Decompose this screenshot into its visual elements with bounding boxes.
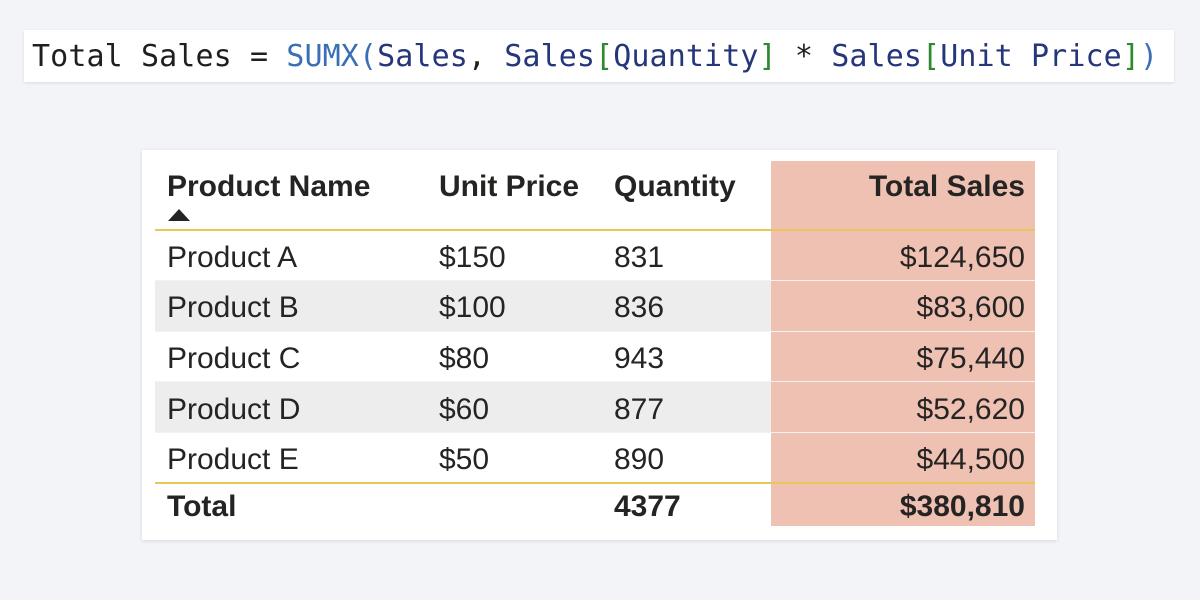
header-rule bbox=[155, 229, 1035, 231]
row-3-unit-price: $80 bbox=[439, 342, 490, 375]
total-rule bbox=[155, 482, 1035, 484]
row-separator bbox=[155, 280, 1035, 281]
row-1-quantity: 831 bbox=[614, 241, 665, 274]
table-reference-2: Sales bbox=[504, 38, 596, 74]
close-paren: ) bbox=[1139, 38, 1159, 74]
row-4-total-sales: $52,620 bbox=[916, 393, 1025, 426]
equals-sign: = bbox=[231, 38, 287, 74]
table-visual[interactable]: Product Name Unit Price Quantity Total S… bbox=[142, 150, 1057, 540]
row-separator bbox=[155, 381, 1035, 382]
row-4-product-name: Product D bbox=[167, 393, 301, 426]
row-1-product-name: Product A bbox=[167, 241, 298, 274]
header-product-name[interactable]: Product Name bbox=[167, 172, 370, 202]
dax-function: SUMX bbox=[286, 38, 359, 74]
row-5-unit-price: $50 bbox=[439, 443, 490, 476]
row-3-quantity: 943 bbox=[614, 342, 665, 375]
multiply-operator: * bbox=[776, 38, 832, 74]
open-bracket-2: [ bbox=[922, 38, 941, 74]
row-4-quantity: 877 bbox=[614, 393, 665, 426]
header-quantity[interactable]: Quantity bbox=[614, 172, 736, 202]
open-bracket-1: [ bbox=[595, 38, 614, 74]
dax-formula-bar[interactable]: Total Sales = SUMX(Sales, Sales[Quantity… bbox=[24, 30, 1174, 82]
measure-name: Total Sales bbox=[32, 38, 232, 74]
close-bracket-1: ] bbox=[758, 38, 777, 74]
table-reference-3: Sales bbox=[831, 38, 923, 74]
row-2-total-sales: $83,600 bbox=[916, 291, 1025, 324]
row-5-total-sales: $44,500 bbox=[916, 443, 1025, 476]
row-1-total-sales: $124,650 bbox=[899, 241, 1025, 274]
row-separator bbox=[155, 331, 1035, 332]
total-sales-value: $380,810 bbox=[899, 490, 1025, 523]
row-1-unit-price: $150 bbox=[439, 241, 506, 274]
open-paren: ( bbox=[358, 38, 378, 74]
total-label: Total bbox=[167, 490, 237, 523]
row-5-product-name: Product E bbox=[167, 443, 299, 476]
table-reference: Sales bbox=[377, 38, 468, 74]
close-bracket-2: ] bbox=[1121, 38, 1140, 74]
row-5-quantity: 890 bbox=[614, 443, 665, 476]
comma: , bbox=[467, 38, 505, 74]
header-unit-price[interactable]: Unit Price bbox=[439, 172, 579, 202]
row-2-unit-price: $100 bbox=[439, 291, 506, 324]
row-2-quantity: 836 bbox=[614, 291, 665, 324]
column-reference-quantity: Quantity bbox=[613, 38, 759, 74]
row-3-total-sales: $75,440 bbox=[916, 342, 1025, 375]
row-4-unit-price: $60 bbox=[439, 393, 490, 426]
header-total-sales[interactable]: Total Sales bbox=[775, 172, 1025, 202]
total-quantity: 4377 bbox=[614, 490, 681, 523]
column-reference-unit-price: Unit Price bbox=[940, 38, 1122, 74]
row-2-product-name: Product B bbox=[167, 291, 299, 324]
sort-ascending-icon[interactable] bbox=[168, 209, 190, 221]
row-3-product-name: Product C bbox=[167, 342, 301, 375]
row-separator bbox=[155, 432, 1035, 433]
